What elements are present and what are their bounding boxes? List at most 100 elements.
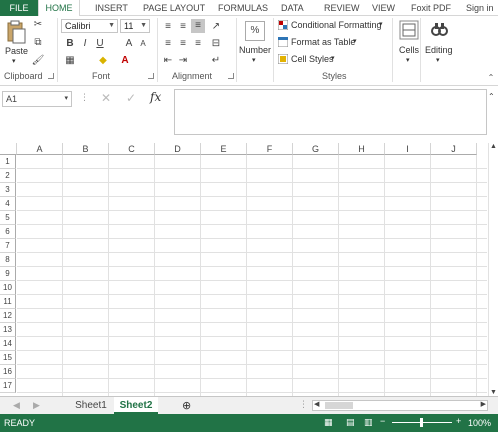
column-header[interactable]: G bbox=[293, 143, 339, 155]
tab-insert[interactable]: INSERT bbox=[95, 0, 128, 16]
row-header[interactable]: 5 bbox=[0, 211, 16, 225]
row-header[interactable]: 12 bbox=[0, 309, 16, 323]
row-header[interactable]: 8 bbox=[0, 253, 16, 267]
cells-dropdown-icon[interactable]: ▾ bbox=[406, 56, 410, 64]
row-header[interactable]: 11 bbox=[0, 295, 16, 309]
row-header[interactable]: 7 bbox=[0, 239, 16, 253]
row-header[interactable]: 14 bbox=[0, 337, 16, 351]
column-header[interactable]: A bbox=[17, 143, 63, 155]
format-as-table-button[interactable]: Format as Table bbox=[291, 37, 355, 47]
format-table-icon[interactable] bbox=[278, 37, 288, 47]
sheet-tab-sheet1[interactable]: Sheet1 bbox=[70, 397, 112, 414]
increase-indent-icon[interactable]: ⇥ bbox=[176, 54, 190, 68]
conditional-formatting-button[interactable]: Conditional Formatting bbox=[291, 20, 382, 30]
find-icon[interactable] bbox=[429, 20, 449, 40]
font-name-dropdown[interactable]: Calibri ▼ bbox=[61, 19, 118, 33]
percent-icon[interactable]: % bbox=[245, 21, 265, 41]
format-table-dropdown-icon[interactable]: ▾ bbox=[353, 37, 357, 45]
underline-button[interactable]: U bbox=[93, 37, 107, 51]
new-sheet-icon[interactable]: ⊕ bbox=[182, 399, 191, 412]
scroll-right-icon[interactable]: ▶ bbox=[481, 400, 486, 408]
zoom-level[interactable]: 100% bbox=[468, 418, 491, 428]
center-icon[interactable]: ≡ bbox=[176, 37, 190, 51]
column-header[interactable]: E bbox=[201, 143, 247, 155]
tab-foxit-pdf[interactable]: Foxit PDF bbox=[411, 0, 451, 16]
paste-dropdown-icon[interactable]: ▾ bbox=[12, 57, 16, 65]
alignment-launcher-icon[interactable] bbox=[228, 73, 234, 79]
split-grip-icon[interactable]: ⋮ bbox=[299, 399, 308, 410]
tab-review[interactable]: REVIEW bbox=[324, 0, 360, 16]
row-header[interactable]: 15 bbox=[0, 351, 16, 365]
conditional-formatting-icon[interactable] bbox=[278, 20, 288, 30]
collapse-formula-bar-icon[interactable]: ⌃ bbox=[488, 92, 495, 101]
collapse-ribbon-icon[interactable]: ⌃ bbox=[484, 71, 498, 85]
sign-in-link[interactable]: Sign in bbox=[466, 0, 494, 16]
name-box[interactable]: A1 ▾ bbox=[2, 91, 72, 107]
vertical-scrollbar[interactable]: ▲ ▼ bbox=[488, 143, 498, 396]
editing-button[interactable]: Editing bbox=[425, 45, 453, 55]
scroll-left-icon[interactable]: ◀ bbox=[314, 400, 319, 408]
orientation-icon[interactable]: ↗ bbox=[209, 20, 223, 34]
conditional-dropdown-icon[interactable]: ▾ bbox=[379, 20, 383, 28]
tab-data[interactable]: DATA bbox=[281, 0, 304, 16]
row-header[interactable]: 4 bbox=[0, 197, 16, 211]
top-align-icon[interactable]: ≡ bbox=[161, 20, 175, 34]
row-header[interactable]: 6 bbox=[0, 225, 16, 239]
sheet-tab-sheet2[interactable]: Sheet2 bbox=[114, 397, 158, 414]
cut-icon[interactable]: ✂ bbox=[31, 18, 45, 32]
row-header[interactable]: 16 bbox=[0, 365, 16, 379]
next-sheet-icon[interactable]: ▶ bbox=[33, 400, 40, 411]
paste-button[interactable]: Paste bbox=[5, 46, 28, 56]
zoom-slider-thumb[interactable] bbox=[420, 418, 423, 427]
row-header[interactable]: 10 bbox=[0, 281, 16, 295]
page-layout-view-icon[interactable]: ▤ bbox=[346, 417, 355, 428]
cancel-icon[interactable]: ✕ bbox=[101, 91, 111, 105]
prev-sheet-icon[interactable]: ◀ bbox=[13, 400, 20, 411]
row-header[interactable]: 3 bbox=[0, 183, 16, 197]
column-header[interactable]: C bbox=[109, 143, 155, 155]
font-color-icon[interactable]: A bbox=[118, 54, 132, 68]
font-size-dropdown[interactable]: 11 ▼ bbox=[120, 19, 150, 33]
row-header[interactable]: 1 bbox=[0, 155, 16, 169]
cell-styles-dropdown-icon[interactable]: ▾ bbox=[331, 54, 335, 62]
row-header[interactable]: 2 bbox=[0, 169, 16, 183]
paste-icon[interactable] bbox=[6, 20, 26, 44]
zoom-in-icon[interactable]: + bbox=[456, 416, 461, 426]
decrease-indent-icon[interactable]: ⇤ bbox=[161, 54, 175, 68]
horizontal-scrollbar[interactable]: ◀ ▶ bbox=[312, 400, 488, 411]
increase-font-icon[interactable]: A bbox=[122, 37, 136, 51]
worksheet-grid[interactable]: A B C D E F G H I J 1 2 3 4 5 6 7 8 9 10 11 12 13 14 15 16 17 bbox=[0, 143, 487, 396]
scroll-down-icon[interactable]: ▼ bbox=[490, 389, 497, 396]
middle-align-icon[interactable]: ≡ bbox=[176, 20, 190, 34]
formula-input[interactable] bbox=[174, 89, 487, 135]
column-header[interactable]: F bbox=[247, 143, 293, 155]
borders-icon[interactable]: ▦ bbox=[63, 54, 77, 68]
cell-styles-button[interactable]: Cell Styles bbox=[291, 54, 334, 64]
clipboard-launcher-icon[interactable] bbox=[48, 73, 54, 79]
align-right-icon[interactable]: ≡ bbox=[191, 37, 205, 51]
number-button[interactable]: Number bbox=[239, 45, 271, 55]
tab-file[interactable]: FILE bbox=[0, 0, 38, 16]
merge-center-icon[interactable]: ⊟ bbox=[209, 37, 223, 51]
insert-function-button[interactable]: fx bbox=[150, 90, 161, 104]
row-header[interactable]: 17 bbox=[0, 379, 16, 393]
wrap-text-icon[interactable]: ↵ bbox=[209, 54, 223, 68]
align-left-icon[interactable]: ≡ bbox=[161, 37, 175, 51]
bold-button[interactable]: B bbox=[63, 37, 77, 51]
page-break-view-icon[interactable]: ▥ bbox=[364, 417, 373, 428]
number-dropdown-icon[interactable]: ▾ bbox=[252, 56, 256, 64]
row-header[interactable]: 9 bbox=[0, 267, 16, 281]
enter-icon[interactable]: ✓ bbox=[126, 91, 136, 105]
tab-formulas[interactable]: FORMULAS bbox=[218, 0, 268, 16]
format-painter-icon[interactable]: 🖌 bbox=[31, 54, 45, 68]
row-header[interactable]: 13 bbox=[0, 323, 16, 337]
fill-color-icon[interactable]: ◆ bbox=[96, 54, 110, 68]
column-header[interactable]: B bbox=[63, 143, 109, 155]
name-box-dropdown-icon[interactable]: ▾ bbox=[64, 92, 68, 106]
decrease-font-icon[interactable]: A bbox=[136, 37, 150, 51]
bottom-align-icon[interactable]: ≡ bbox=[191, 19, 205, 33]
tab-view[interactable]: VIEW bbox=[372, 0, 395, 16]
font-launcher-icon[interactable] bbox=[148, 73, 154, 79]
zoom-out-icon[interactable]: − bbox=[380, 416, 385, 426]
tab-page-layout[interactable]: PAGE LAYOUT bbox=[143, 0, 205, 16]
